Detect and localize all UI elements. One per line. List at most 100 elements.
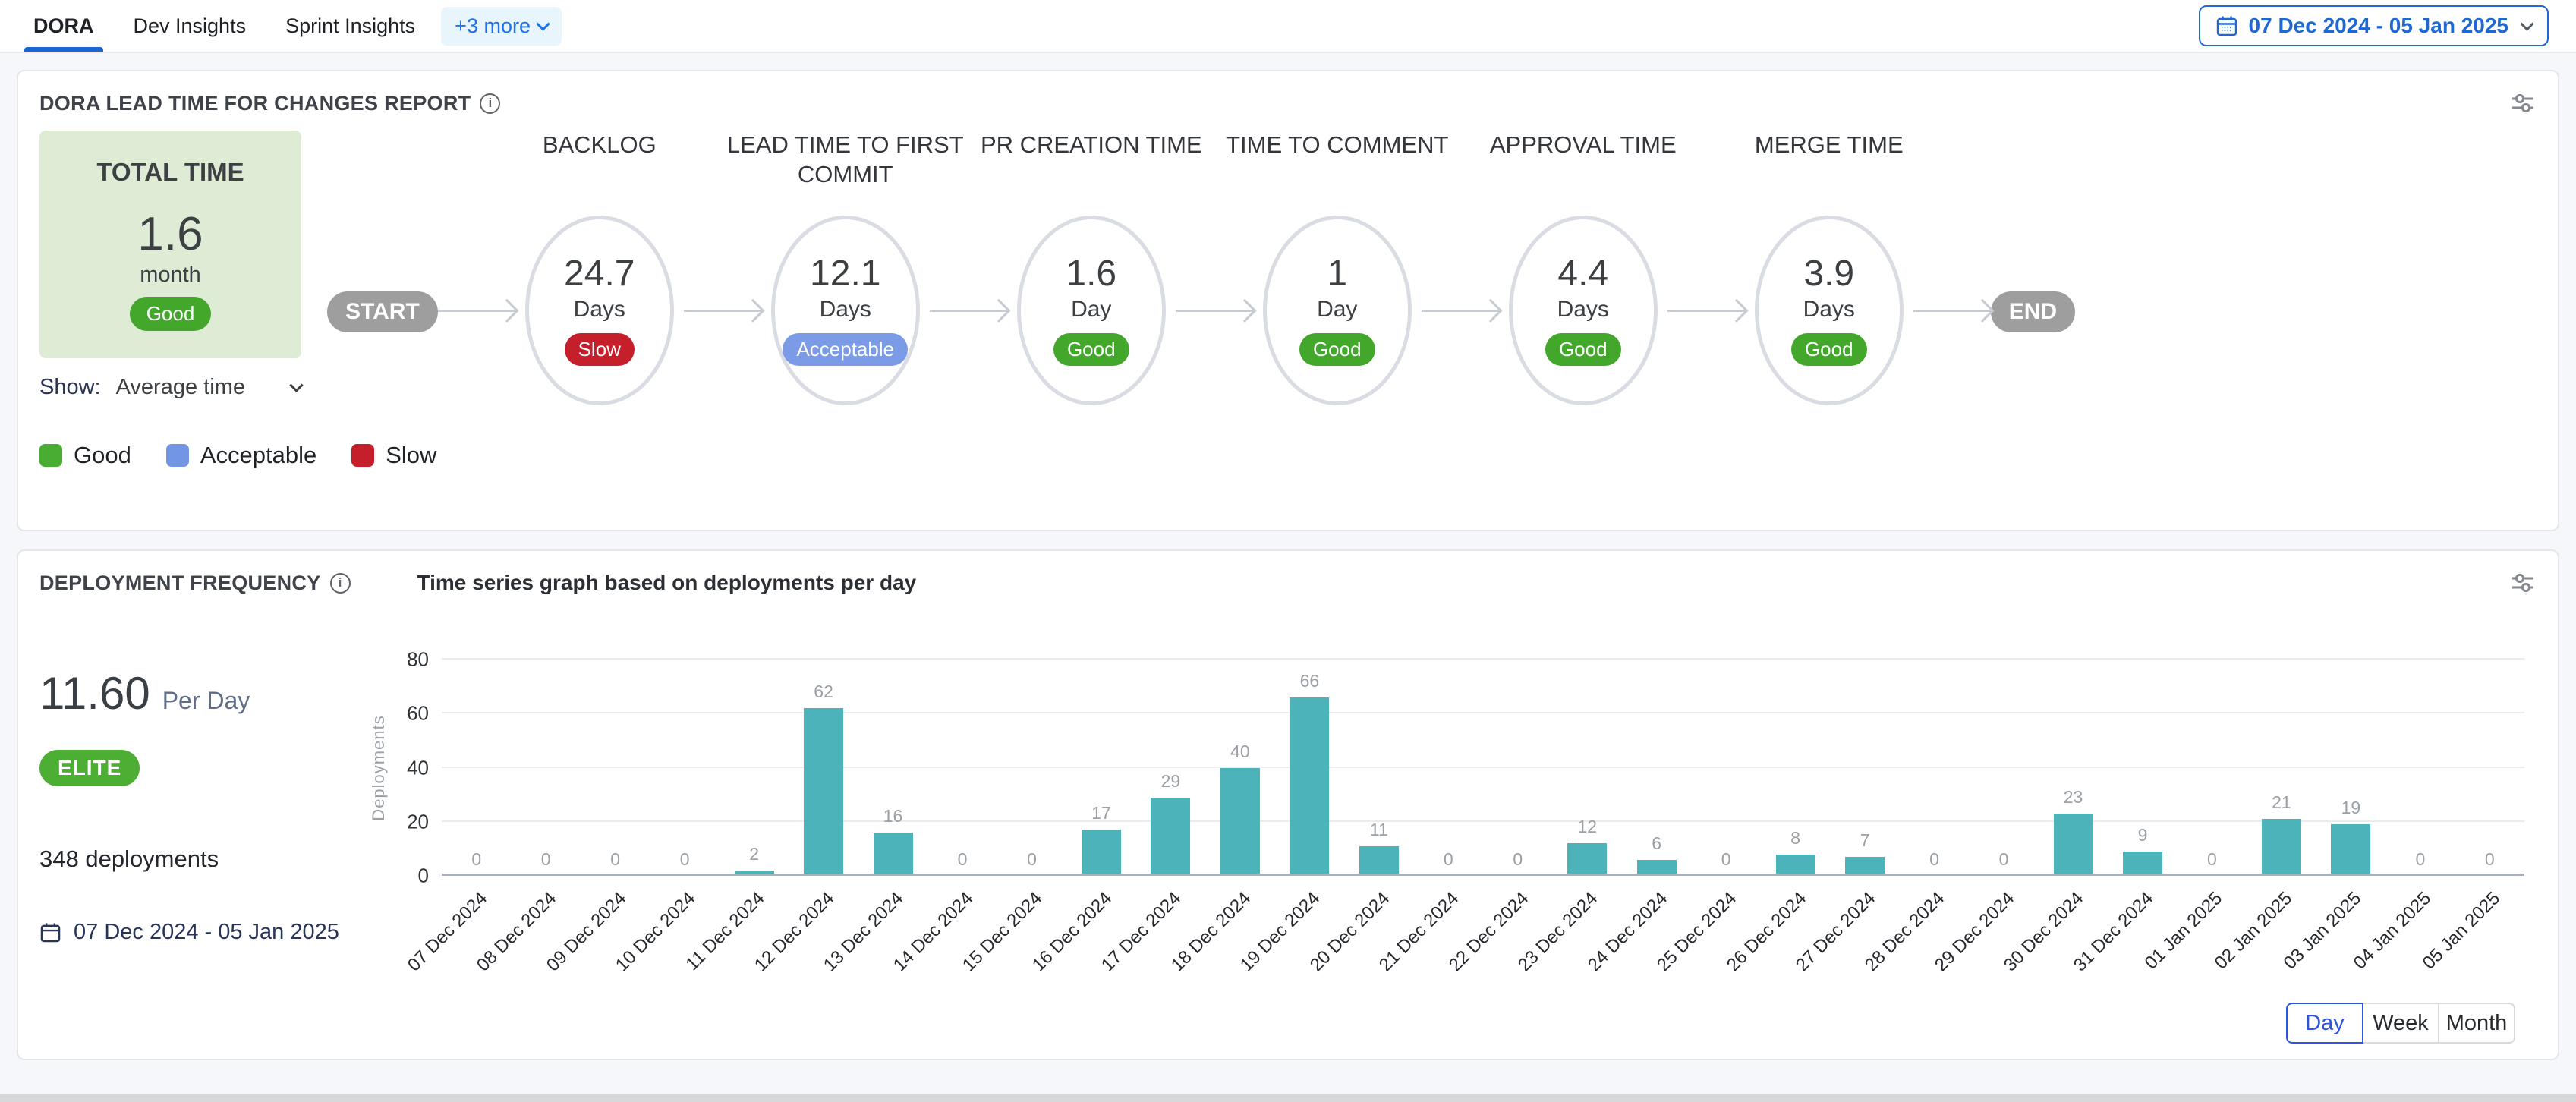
stage-value: 24.7 — [564, 255, 635, 293]
tab-sprint-insights[interactable]: Sprint Insights — [266, 0, 435, 52]
stage-status-badge: Good — [1053, 333, 1129, 366]
bar-slot: 010 Dec 2024 — [650, 660, 719, 876]
stage-circle: 1DayGood — [1263, 216, 1412, 405]
stage-circle: 3.9DaysGood — [1755, 216, 1904, 405]
stage-circle: 24.7 Days Slow — [525, 216, 674, 405]
stage-circle: 1.6DayGood — [1017, 216, 1166, 405]
flow-arrow — [438, 310, 515, 312]
y-tick-label: 60 — [385, 702, 429, 726]
bar-17-dec-2024[interactable] — [1151, 798, 1190, 876]
bar-slot: 008 Dec 2024 — [511, 660, 580, 876]
legend-label: Acceptable — [200, 442, 316, 469]
stage-name: PR CREATION TIME — [970, 131, 1213, 216]
stage-unit: Day — [1317, 297, 1357, 323]
chevron-down-icon — [536, 17, 550, 30]
bar-chart-plot: Deployments 007 Dec 2024008 Dec 2024009 … — [442, 660, 2524, 876]
bar-13-dec-2024[interactable] — [874, 833, 913, 876]
granularity-toggle: DayWeekMonth — [2286, 1003, 2515, 1044]
bar-slot: 028 Dec 2024 — [1900, 660, 1969, 876]
flow-arrow — [684, 310, 761, 312]
bar-20-dec-2024[interactable] — [1359, 846, 1399, 876]
chevron-down-icon — [289, 378, 303, 392]
bar-value-label: 66 — [1275, 671, 1344, 691]
bar-slot: 2102 Jan 2025 — [2247, 660, 2316, 876]
lead-time-panel: DORA LEAD TIME FOR CHANGES REPORT i TOTA… — [17, 70, 2559, 531]
bar-26-dec-2024[interactable] — [1776, 855, 1815, 877]
flow-arrow — [1913, 310, 1991, 312]
info-icon[interactable]: i — [330, 573, 351, 594]
stage-status-badge: Slow — [565, 333, 635, 366]
bar-23-dec-2024[interactable] — [1567, 843, 1607, 876]
stage-name: MERGE TIME — [1708, 131, 1951, 216]
total-time-card: TOTAL TIME 1.6 month Good — [39, 131, 301, 358]
bar-slot: 015 Dec 2024 — [997, 660, 1066, 876]
granularity-day[interactable]: Day — [2286, 1003, 2363, 1044]
date-range-label: 07 Dec 2024 - 05 Jan 2025 — [2249, 14, 2508, 38]
tab-dev-insights[interactable]: Dev Insights — [114, 0, 266, 52]
bar-value-label: 17 — [1066, 803, 1135, 823]
bar-16-dec-2024[interactable] — [1082, 830, 1121, 876]
bar-03-jan-2025[interactable] — [2331, 824, 2370, 876]
bar-slot: 1903 Jan 2025 — [2316, 660, 2385, 876]
stage-unit: Days — [1557, 297, 1609, 323]
bar-value-label: 0 — [1900, 849, 1969, 870]
bar-slot: 727 Dec 2024 — [1830, 660, 1899, 876]
bar-value-label: 29 — [1136, 771, 1205, 792]
bar-slot: 826 Dec 2024 — [1761, 660, 1830, 876]
tab-dora[interactable]: DORA — [14, 0, 114, 52]
info-icon[interactable]: i — [480, 93, 500, 114]
chevron-down-icon — [2520, 17, 2533, 30]
granularity-week[interactable]: Week — [2362, 1003, 2439, 1044]
bar-slot: 4018 Dec 2024 — [1205, 660, 1274, 876]
bar-value-label: 0 — [927, 849, 997, 870]
stage-status-badge: Good — [1545, 333, 1621, 366]
filter-sliders-icon[interactable] — [2509, 91, 2537, 115]
date-range-button[interactable]: 07 Dec 2024 - 05 Jan 2025 — [2199, 5, 2549, 46]
legend-item-acceptable: Acceptable — [166, 442, 316, 469]
bar-19-dec-2024[interactable] — [1290, 697, 1329, 876]
stage-approval-time: APPROVAL TIME4.4DaysGood — [1499, 131, 1667, 405]
bar-value-label: 40 — [1205, 741, 1274, 762]
legend-label: Slow — [386, 442, 436, 469]
bar-slot: 029 Dec 2024 — [1969, 660, 2038, 876]
filter-sliders-icon[interactable] — [2509, 571, 2537, 595]
legend-item-slow: Slow — [351, 442, 436, 469]
stage-value: 1.6 — [1066, 255, 1116, 293]
bar-slot: 004 Jan 2025 — [2385, 660, 2455, 876]
stage-value: 4.4 — [1557, 255, 1608, 293]
granularity-month[interactable]: Month — [2438, 1003, 2515, 1044]
bar-value-label: 12 — [1553, 817, 1622, 837]
show-dropdown[interactable]: Show: Average time — [39, 375, 301, 400]
stage-unit: Days — [574, 297, 625, 323]
bar-value-label: 0 — [581, 849, 650, 870]
stage-lead-time-to-first-commit: LEAD TIME TO FIRST COMMIT12.1DaysAccepta… — [761, 131, 930, 405]
lead-time-title: DORA LEAD TIME FOR CHANGES REPORT — [39, 92, 471, 115]
bar-slot: 014 Dec 2024 — [927, 660, 997, 876]
more-tabs-button[interactable]: +3 more — [441, 7, 562, 46]
bar-18-dec-2024[interactable] — [1220, 768, 1260, 877]
bar-value-label: 7 — [1830, 830, 1899, 851]
stage-backlog: BACKLOG24.7DaysSlow — [515, 131, 684, 405]
bar-slot: 2330 Dec 2024 — [2039, 660, 2108, 876]
total-status-badge: Good — [130, 297, 212, 331]
bar-30-dec-2024[interactable] — [2054, 814, 2093, 876]
bar-slot: 2917 Dec 2024 — [1136, 660, 1205, 876]
elite-badge: ELITE — [39, 750, 140, 786]
bar-slot: 6619 Dec 2024 — [1275, 660, 1344, 876]
bar-slot: 211 Dec 2024 — [720, 660, 789, 876]
calendar-icon — [39, 921, 61, 943]
bar-31-dec-2024[interactable] — [2123, 852, 2162, 876]
bar-02-jan-2025[interactable] — [2262, 819, 2301, 876]
legend-swatch — [351, 444, 374, 467]
legend-label: Good — [74, 442, 131, 469]
bar-12-dec-2024[interactable] — [804, 708, 843, 876]
bar-slot: 1716 Dec 2024 — [1066, 660, 1135, 876]
stage-circle: 12.1DaysAcceptable — [771, 216, 920, 405]
total-time-value: 1.6 — [137, 209, 203, 259]
deployment-stats: 11.60 Per Day ELITE 348 deployments 07 D… — [39, 595, 366, 945]
end-pill: END — [1991, 291, 2075, 332]
stage-value: 12.1 — [810, 255, 880, 293]
bar-slot: 624 Dec 2024 — [1622, 660, 1691, 876]
stage-unit: Days — [820, 297, 871, 323]
total-time-unit: month — [140, 263, 201, 288]
